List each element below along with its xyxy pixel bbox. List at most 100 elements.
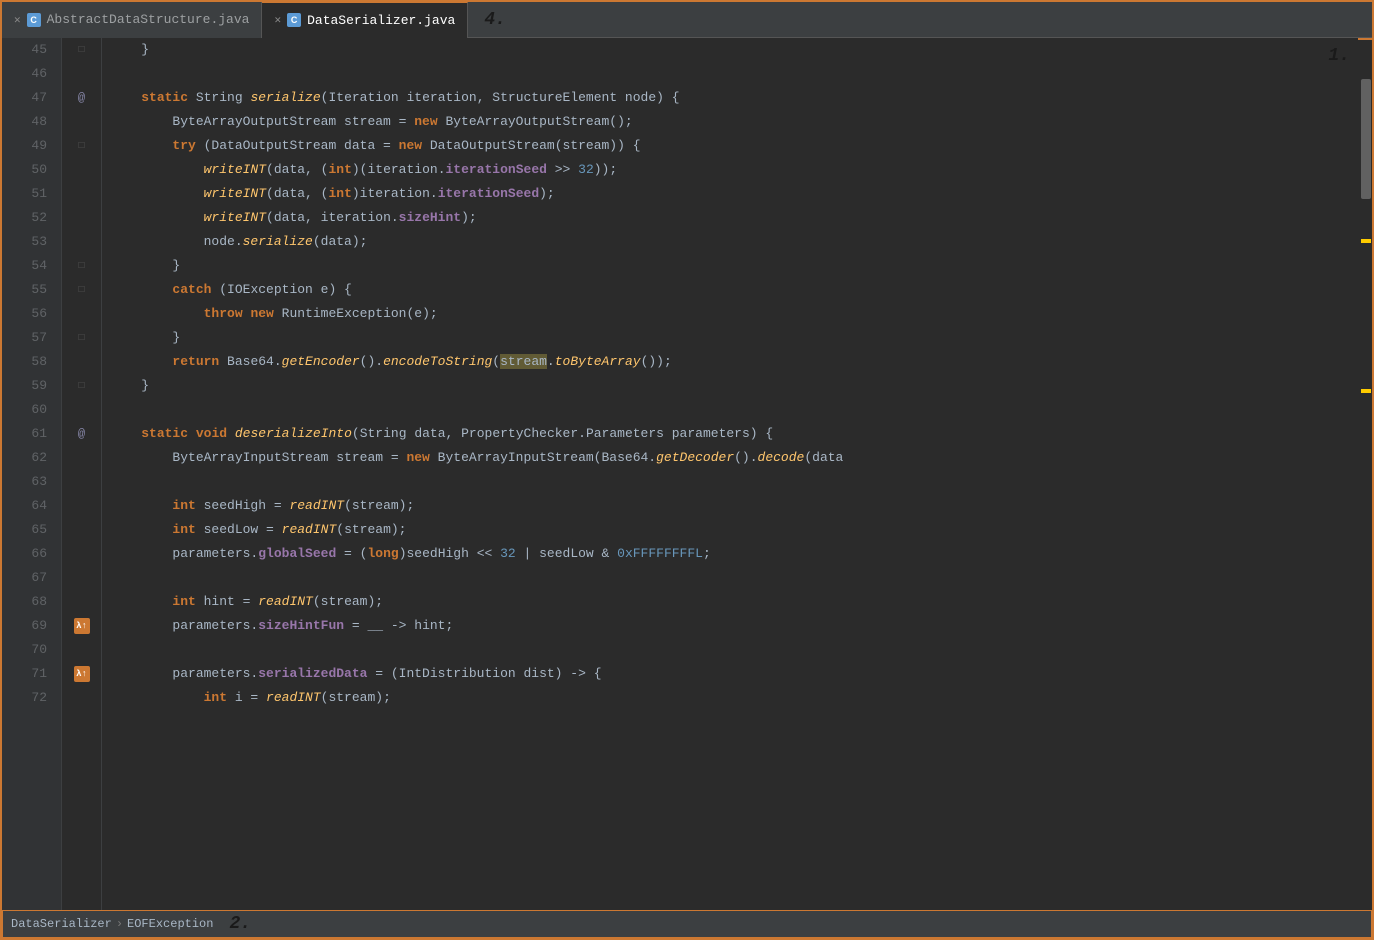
code-line-64: int seedHigh = readINT(stream); (102, 494, 1358, 518)
gutter-row-47: @ (62, 86, 101, 110)
fold-icon-49: □ (78, 141, 84, 152)
gutter-row-64 (62, 494, 101, 518)
code-line-47: static String serialize(Iteration iterat… (102, 86, 1358, 110)
gutter-row-56 (62, 302, 101, 326)
main-content: 4546474849505152535455565758596061626364… (2, 38, 1372, 910)
gutter-row-49: □ (62, 134, 101, 158)
code-line-55: catch (IOException e) { (102, 278, 1358, 302)
code-line-72: int i = readINT(stream); (102, 686, 1358, 710)
gutter-row-46 (62, 62, 101, 86)
line-numbers: 4546474849505152535455565758596061626364… (2, 38, 62, 910)
scrollbar-thumb[interactable] (1361, 79, 1371, 199)
tab-bar: ✕ C AbstractDataStructure.java ✕ C DataS… (2, 2, 1372, 38)
line-num-56: 56 (2, 302, 53, 326)
tab-data[interactable]: ✕ C DataSerializer.java (262, 2, 468, 38)
gutter-row-61: @ (62, 422, 101, 446)
code-line-66: parameters.globalSeed = (long)seedHigh <… (102, 542, 1358, 566)
gutter-row-66 (62, 542, 101, 566)
code-line-54: } (102, 254, 1358, 278)
gutter-row-58 (62, 350, 101, 374)
line-num-57: 57 (2, 326, 53, 350)
line-num-49: 49 (2, 134, 53, 158)
line-num-51: 51 (2, 182, 53, 206)
gutter-row-52 (62, 206, 101, 230)
line-num-67: 67 (2, 566, 53, 590)
line-num-66: 66 (2, 542, 53, 566)
code-line-45: } (102, 38, 1358, 62)
gutter-col: □ @ □ □ □ □ □ @ λ↑ λ↑ (62, 38, 102, 910)
breadcrumb-method: EOFException (127, 917, 213, 931)
gutter-row-65 (62, 518, 101, 542)
editor-container: ✕ C AbstractDataStructure.java ✕ C DataS… (0, 0, 1374, 940)
code-line-70 (102, 638, 1358, 662)
gutter-row-59: □ (62, 374, 101, 398)
tab-data-label: DataSerializer.java (307, 13, 455, 28)
gutter-row-60 (62, 398, 101, 422)
code-line-51: writeINT(data, (int)iteration.iterationS… (102, 182, 1358, 206)
code-line-57: } (102, 326, 1358, 350)
tab-abstract[interactable]: ✕ C AbstractDataStructure.java (2, 2, 262, 38)
code-area[interactable]: } static String serialize(Iteration iter… (102, 38, 1358, 910)
fold-icon-57: □ (78, 333, 84, 344)
gutter-row-69: λ↑ (62, 614, 101, 638)
line-num-61: 61 (2, 422, 53, 446)
line-num-55: 55 (2, 278, 53, 302)
line-num-71: 71 (2, 662, 53, 686)
gutter-row-68 (62, 590, 101, 614)
gutter-row-53 (62, 230, 101, 254)
line-num-48: 48 (2, 110, 53, 134)
tab-number: 4. (484, 10, 506, 30)
line-num-59: 59 (2, 374, 53, 398)
code-line-50: writeINT(data, (int)(iteration.iteration… (102, 158, 1358, 182)
fold-icon-55: □ (78, 285, 84, 296)
line-num-47: 47 (2, 86, 53, 110)
class-icon-data: C (287, 13, 301, 27)
lambda-icon-69: λ↑ (74, 618, 90, 634)
right-number: 1. (1328, 42, 1352, 66)
scrollbar-marker-1 (1361, 239, 1371, 243)
line-num-64: 64 (2, 494, 53, 518)
line-num-70: 70 (2, 638, 53, 662)
line-num-62: 62 (2, 446, 53, 470)
status-bar: DataSerializer › EOFException 2. (2, 910, 1372, 938)
line-num-45: 45 (2, 38, 53, 62)
code-line-60 (102, 398, 1358, 422)
gutter-row-70 (62, 638, 101, 662)
gutter-row-50 (62, 158, 101, 182)
line-num-72: 72 (2, 686, 53, 710)
breadcrumb-file: DataSerializer (11, 917, 112, 931)
code-line-52: writeINT(data, iteration.sizeHint); (102, 206, 1358, 230)
line-num-58: 58 (2, 350, 53, 374)
gutter-row-55: □ (62, 278, 101, 302)
scrollbar[interactable] (1358, 38, 1372, 40)
fold-icon-54: □ (78, 261, 84, 272)
code-line-49: try (DataOutputStream data = new DataOut… (102, 134, 1358, 158)
lambda-icon-71: λ↑ (74, 666, 90, 682)
close-data-icon[interactable]: ✕ (274, 13, 281, 27)
code-line-65: int seedLow = readINT(stream); (102, 518, 1358, 542)
gutter-row-67 (62, 566, 101, 590)
code-line-53: node.serialize(data); (102, 230, 1358, 254)
fold-icon-59: □ (78, 381, 84, 392)
fold-icon-45: □ (78, 45, 84, 56)
code-line-58: return Base64.getEncoder().encodeToStrin… (102, 350, 1358, 374)
close-abstract-icon[interactable]: ✕ (14, 13, 21, 27)
code-line-63 (102, 470, 1358, 494)
gutter-row-63 (62, 470, 101, 494)
line-num-54: 54 (2, 254, 53, 278)
code-line-61: static void deserializeInto(String data,… (102, 422, 1358, 446)
line-num-68: 68 (2, 590, 53, 614)
at-icon-47: @ (78, 91, 85, 105)
gutter-row-51 (62, 182, 101, 206)
class-icon-abstract: C (27, 13, 41, 27)
code-line-71: parameters.serializedData = (IntDistribu… (102, 662, 1358, 686)
line-num-50: 50 (2, 158, 53, 182)
line-num-53: 53 (2, 230, 53, 254)
gutter-row-57: □ (62, 326, 101, 350)
line-num-63: 63 (2, 470, 53, 494)
code-line-59: } (102, 374, 1358, 398)
line-num-69: 69 (2, 614, 53, 638)
code-line-56: throw new RuntimeException(e); (102, 302, 1358, 326)
at-icon-61: @ (78, 427, 85, 441)
line-num-52: 52 (2, 206, 53, 230)
